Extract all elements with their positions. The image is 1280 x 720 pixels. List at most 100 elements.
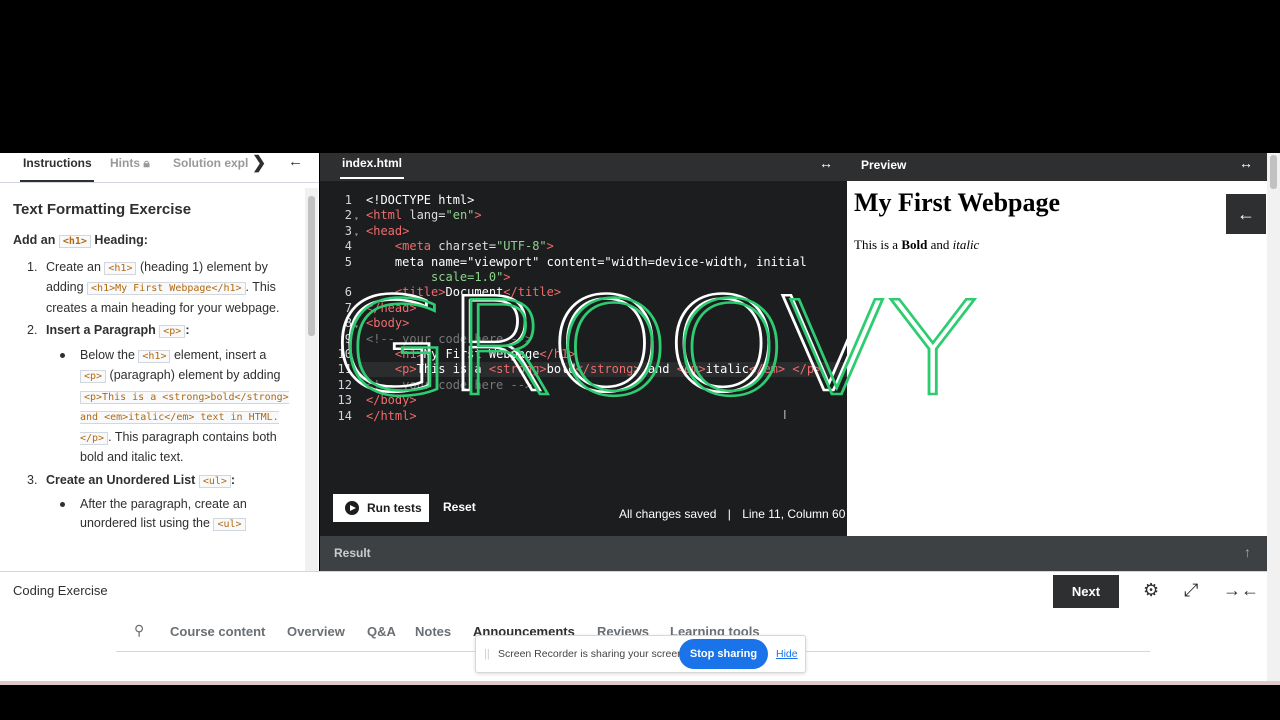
- code-line: <!-- your code here -->: [366, 377, 533, 392]
- reset-button[interactable]: Reset: [443, 500, 476, 514]
- exercise-title: Coding Exercise: [13, 583, 108, 598]
- preview-title: Preview: [861, 158, 907, 172]
- fold-arrow-icon[interactable]: ▾: [354, 227, 359, 242]
- collapse-icon[interactable]: →←: [1223, 580, 1259, 601]
- course-nav-item[interactable]: Overview: [287, 624, 345, 639]
- line-number: 10: [337, 347, 352, 361]
- result-label: Result: [334, 546, 371, 560]
- code-snippet: <h1>My First Webpage</h1>: [87, 282, 246, 295]
- para-bold: Bold: [901, 237, 928, 252]
- code-line: <head>: [366, 223, 410, 238]
- share-message: Screen Recorder is sharing your screen.: [498, 648, 686, 660]
- para-italic: italic: [952, 237, 980, 252]
- code-line: <!DOCTYPE html>: [366, 193, 475, 207]
- step-text: element, insert a: [173, 347, 267, 362]
- step-text: Below the: [80, 347, 135, 362]
- tab-instructions[interactable]: Instructions: [23, 156, 92, 170]
- search-icon[interactable]: ⚲: [134, 622, 144, 639]
- list-item: Below the <h1> element, insert a <p> (pa…: [46, 346, 295, 467]
- line-number: 8: [344, 316, 352, 331]
- para-text: and: [927, 237, 953, 252]
- scrollbar-thumb[interactable]: [1270, 155, 1277, 189]
- code-snippet: <ul>: [213, 517, 246, 531]
- exercise-heading: Text Formatting Exercise: [13, 201, 192, 218]
- next-button[interactable]: Next: [1053, 575, 1119, 608]
- file-tab[interactable]: index.html: [342, 156, 402, 170]
- step-colon: :: [185, 323, 190, 337]
- preview-paragraph: This is a Bold and italic: [854, 237, 979, 253]
- list-item: 3. Create an Unordered List <ul>: After …: [13, 471, 295, 535]
- instructions-content: Text Formatting Exercise Add an <h1> Hea…: [0, 184, 305, 538]
- gear-icon[interactable]: ⚙: [1143, 580, 1159, 601]
- line-number: 5: [344, 254, 352, 269]
- result-bar[interactable]: Result ↑: [320, 536, 1267, 571]
- code-snippet: <ul>: [198, 474, 231, 488]
- arrow-left-icon[interactable]: ←: [1226, 194, 1266, 234]
- expand-icon[interactable]: ⤢: [1184, 580, 1198, 601]
- step-text: Create an: [46, 259, 101, 274]
- cursor-position: Line 11, Column 60: [742, 507, 846, 521]
- line-number: 12: [337, 377, 352, 392]
- list-item: After the paragraph, create an unordered…: [46, 495, 295, 534]
- drag-handle-icon[interactable]: ||: [484, 648, 490, 660]
- sub-list: After the paragraph, create an unordered…: [46, 495, 295, 534]
- active-tab-underline: [20, 180, 94, 182]
- step-number: 2.: [27, 323, 38, 337]
- play-icon: [345, 501, 359, 515]
- scrollbar-thumb[interactable]: [308, 196, 315, 336]
- section-prefix: Add an: [13, 233, 56, 247]
- step-number: 3.: [27, 472, 38, 487]
- code-snippet: <p>: [159, 325, 186, 338]
- preview-header: Preview ↔: [847, 153, 1267, 181]
- tab-hints[interactable]: Hints 🔒︎: [110, 156, 150, 171]
- line-number: 14: [337, 408, 352, 423]
- editor-header: index.html ↔: [320, 153, 847, 181]
- preview-panel: Preview ↔ My First Webpage This is a Bol…: [847, 153, 1267, 536]
- course-nav-item[interactable]: Q&A: [367, 624, 396, 639]
- code-snippet: <h1>: [104, 261, 137, 275]
- instructions-panel: Instructions Hints 🔒︎ Solution expl ❯ ← …: [0, 153, 319, 571]
- fold-arrow-icon[interactable]: ▾: [354, 211, 359, 226]
- course-nav-item[interactable]: Course content: [170, 624, 265, 639]
- expand-horizontal-icon[interactable]: ↔: [819, 155, 833, 171]
- tab-solution[interactable]: Solution expl: [173, 156, 248, 170]
- line-number: 1: [344, 193, 352, 207]
- list-item: 2. Insert a Paragraph <p>: Below the <h1…: [13, 321, 295, 467]
- step-text: . This paragraph contains both bold and …: [80, 429, 277, 465]
- saved-status: All changes saved: [619, 507, 717, 521]
- step-number: 1.: [27, 259, 38, 274]
- screen: Instructions Hints 🔒︎ Solution expl ❯ ← …: [0, 0, 1280, 720]
- run-tests-button[interactable]: Run tests: [333, 494, 429, 522]
- code-line: <title>Document</title>: [394, 285, 562, 300]
- hide-link[interactable]: Hide: [776, 648, 798, 660]
- line-number: 9: [344, 331, 352, 346]
- line-number: 2: [344, 208, 352, 223]
- instructions-scrollbar[interactable]: [305, 188, 318, 571]
- code-line: </html>: [366, 408, 417, 423]
- chevron-right-icon[interactable]: ❯: [252, 153, 266, 173]
- code-line: <html lang="en">: [366, 208, 482, 223]
- line-number: 13: [337, 393, 352, 408]
- step-title: Insert a Paragraph: [46, 323, 156, 337]
- screen-share-bar: || Screen Recorder is sharing your scree…: [475, 635, 806, 673]
- bottom-strip: [0, 681, 1280, 685]
- section-suffix: Heading:: [94, 233, 148, 247]
- page-scrollbar[interactable]: [1267, 153, 1280, 681]
- code-line: <meta charset="UTF-8">: [394, 239, 554, 254]
- line-number: 11: [337, 362, 352, 377]
- line-number: 6: [344, 285, 352, 300]
- line-number: 4: [344, 239, 352, 254]
- code-line: </head>: [366, 300, 417, 315]
- course-nav-item[interactable]: Notes: [415, 624, 451, 639]
- lock-icon: 🔒︎: [143, 156, 150, 170]
- run-tests-label: Run tests: [367, 501, 422, 515]
- arrow-up-icon[interactable]: ↑: [1244, 544, 1251, 560]
- stop-sharing-button[interactable]: Stop sharing: [679, 639, 768, 669]
- arrow-left-icon[interactable]: ←: [288, 153, 303, 170]
- editor-status: All changes saved | Line 11, Column 60: [619, 507, 845, 521]
- expand-horizontal-icon[interactable]: ↔: [1239, 155, 1253, 171]
- steps-list: 1. Create an <h1> (heading 1) element by…: [13, 258, 295, 535]
- fold-arrow-icon[interactable]: ▾: [354, 319, 359, 334]
- code-line: </body>: [366, 393, 417, 408]
- code-line: <!-- your code here -->: [366, 331, 533, 346]
